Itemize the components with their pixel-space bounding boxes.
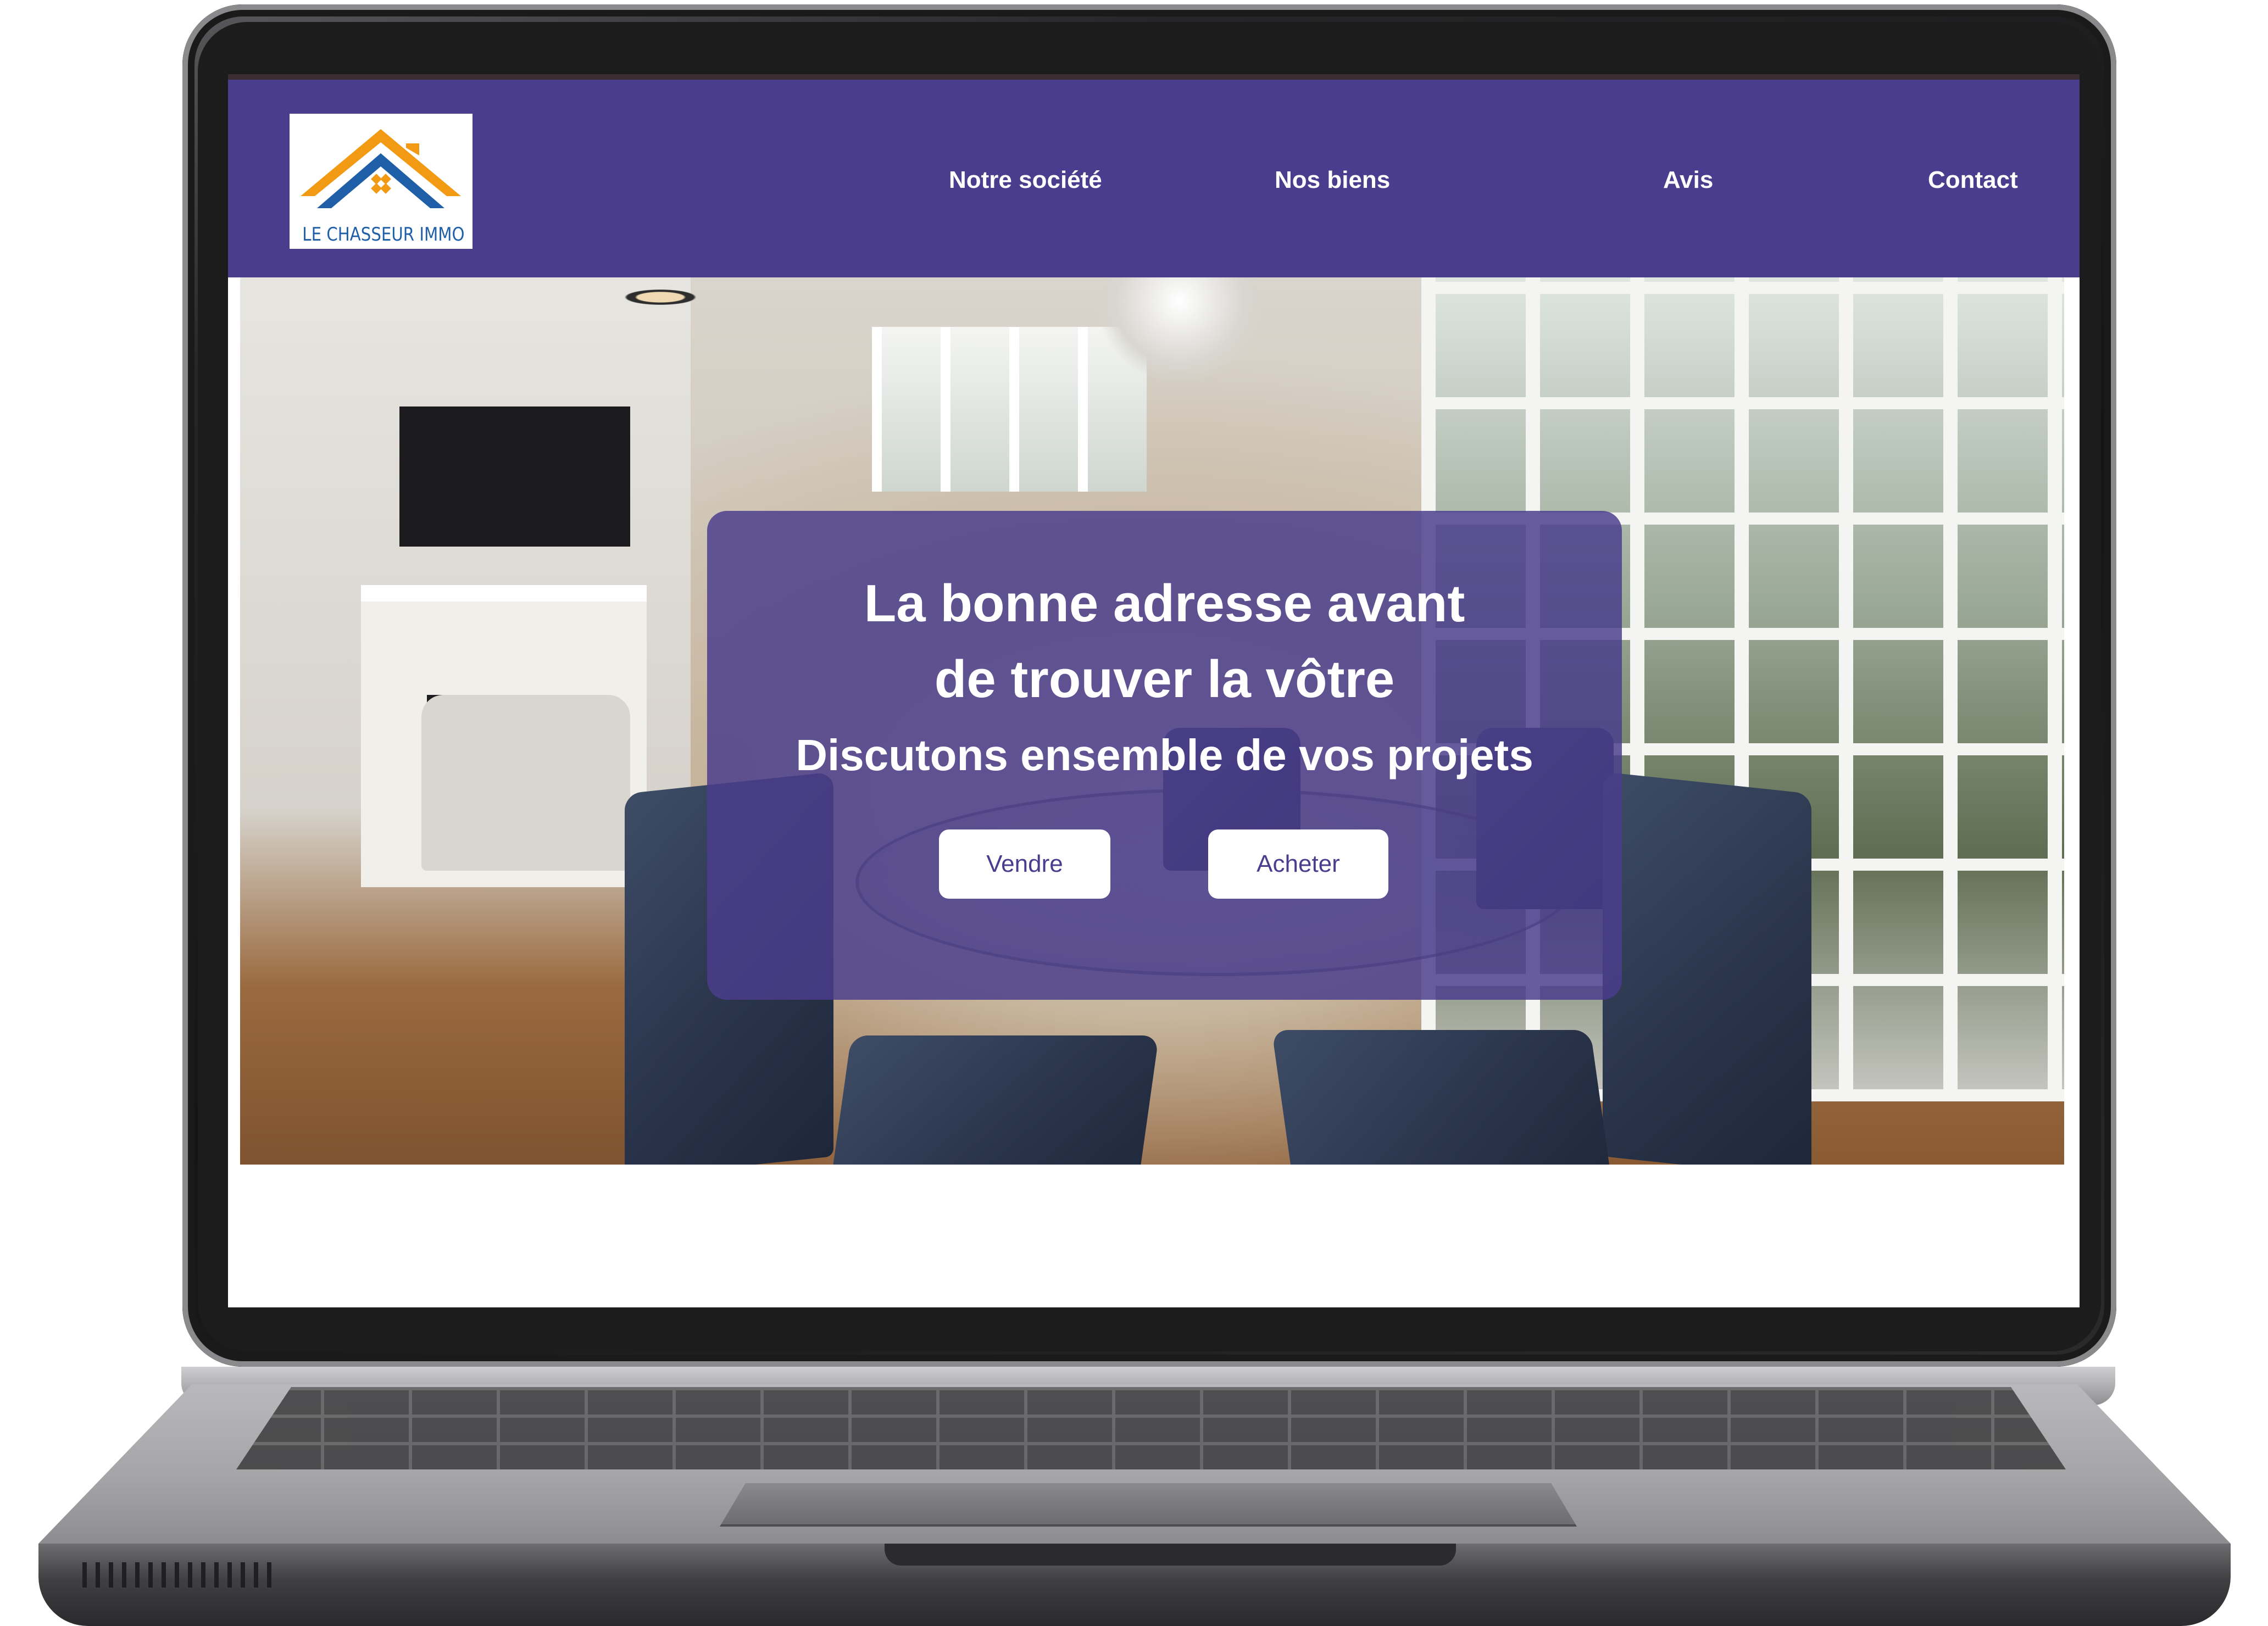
hero-photo-ceiling-fan (570, 277, 751, 310)
laptop-vent (82, 1562, 280, 1588)
hero-photo-sofa (421, 695, 630, 871)
buy-button[interactable]: Acheter (1208, 829, 1388, 899)
hero-section: La bonne adresse avant de trouver la vôt… (240, 277, 2064, 1165)
site-logo[interactable]: LE CHASSEUR IMMO (290, 114, 472, 249)
nav-link-notre-societe[interactable]: Notre société (949, 166, 1102, 194)
hero-title: La bonne adresse avant de trouver la vôt… (864, 574, 1465, 709)
hero-subtitle: Discutons ensemble de vos projets (796, 731, 1533, 779)
laptop-keyboard (236, 1387, 2066, 1469)
nav-link-avis[interactable]: Avis (1663, 166, 1713, 194)
laptop-front-edge (38, 1544, 2231, 1626)
hero-photo-tv (399, 406, 630, 547)
laptop-notch (885, 1544, 1456, 1566)
laptop-trackpad (720, 1483, 1577, 1527)
hero-photo-chair (1603, 772, 1811, 1165)
nav-link-nos-biens[interactable]: Nos biens (1275, 166, 1390, 194)
logo-text: LE CHASSEUR IMMO (302, 224, 465, 246)
sell-button[interactable]: Vendre (939, 829, 1110, 899)
hero-photo-chair (1271, 1030, 1615, 1165)
hero-photo-chandelier (1097, 277, 1262, 382)
nav-link-contact[interactable]: Contact (1928, 166, 2018, 194)
hero-photo-chair (826, 1035, 1159, 1165)
laptop-screen: LE CHASSEUR IMMO Notre société Nos biens… (228, 74, 2080, 1307)
site-navbar: LE CHASSEUR IMMO Notre société Nos biens… (228, 80, 2080, 277)
hero-card: La bonne adresse avant de trouver la vôt… (707, 511, 1622, 1000)
